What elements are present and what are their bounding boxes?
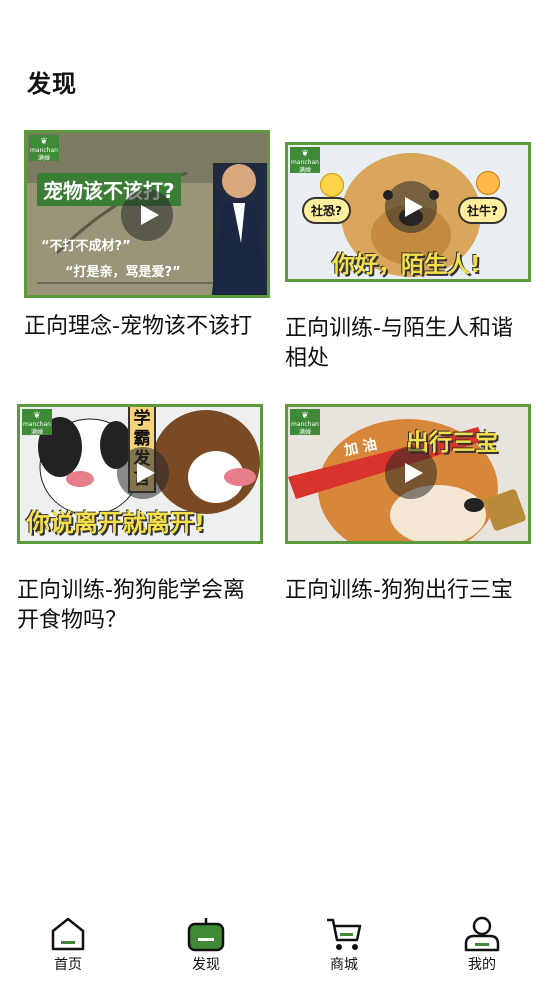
video-thumbnail[interactable]: ❦ manchan 满婵 社恐? 社牛? 你好，陌生人! [285,142,531,282]
worried-emoji-icon [320,173,344,197]
discover-tv-icon [187,918,225,952]
bottom-tab-bar: 首页 发现 商城 我的 [0,910,552,981]
speech-bubble: 社恐? [302,197,351,224]
video-card[interactable]: ❦ manchan 满婵 加 油 出行三宝 正向训练-狗狗出行三宝 [285,404,535,606]
thumbnail-headline: 你好，陌生人! [332,252,481,278]
tab-mall[interactable]: 商城 [304,916,384,974]
tab-label: 我的 [468,957,496,973]
cart-icon [327,918,362,950]
play-icon[interactable] [121,189,173,241]
brand-badge: ❦ manchan 满婵 [290,409,320,436]
video-thumbnail[interactable]: ❦ manchan 满婵 加 油 出行三宝 [285,404,531,544]
profile-icon [464,916,500,952]
video-thumbnail[interactable]: ❦manchan满婵 学霸发言 你说离开就离开! [17,404,263,544]
brand-badge: ❦ manchan 满婵 [29,135,59,162]
video-card[interactable]: ❦ manchan 满婵 社恐? 社牛? 你好，陌生人! 正向训练-与陌生人和谐相处 [285,142,535,374]
speech-bubble: 社牛? [458,197,507,224]
play-icon[interactable] [385,447,437,499]
video-thumbnail[interactable]: ❦ manchan 满婵 宠物该不该打? “不打不成材?” “打是亲，骂是爱?” [24,130,270,298]
video-card[interactable]: ❦manchan满婵 学霸发言 你说离开就离开! 正向训练-狗狗能学会离开食物吗… [17,404,267,636]
brand-badge: ❦ manchan 满婵 [22,409,52,436]
video-title[interactable]: 正向训练-与陌生人和谐相处 [285,314,531,374]
tab-label: 发现 [192,957,220,973]
tab-home[interactable]: 首页 [28,916,108,974]
thumbnail-line: “不打不成材?” [41,239,131,254]
smiling-emoji-icon [476,171,500,195]
page-title: 发现 [27,70,77,98]
video-title[interactable]: 正向训练-狗狗出行三宝 [285,576,531,606]
play-icon[interactable] [385,181,437,233]
play-icon[interactable] [117,447,169,499]
thumbnail-headline: 你说离开就离开! [26,509,205,537]
home-icon [51,917,85,951]
video-title[interactable]: 正向训练-狗狗能学会离开食物吗？ [17,576,263,636]
tab-label: 商城 [330,957,358,973]
video-card[interactable]: ❦ manchan 满婵 宠物该不该打? “不打不成材?” “打是亲，骂是爱?” 正… [24,130,274,342]
tab-profile[interactable]: 我的 [442,916,522,974]
video-title[interactable]: 正向理念-宠物该不该打 [24,312,270,342]
thumbnail-line: “打是亲，骂是爱?” [65,265,181,280]
tab-label: 首页 [54,957,82,973]
tab-discover[interactable]: 发现 [166,916,246,974]
brand-badge: ❦ manchan 满婵 [290,147,320,174]
